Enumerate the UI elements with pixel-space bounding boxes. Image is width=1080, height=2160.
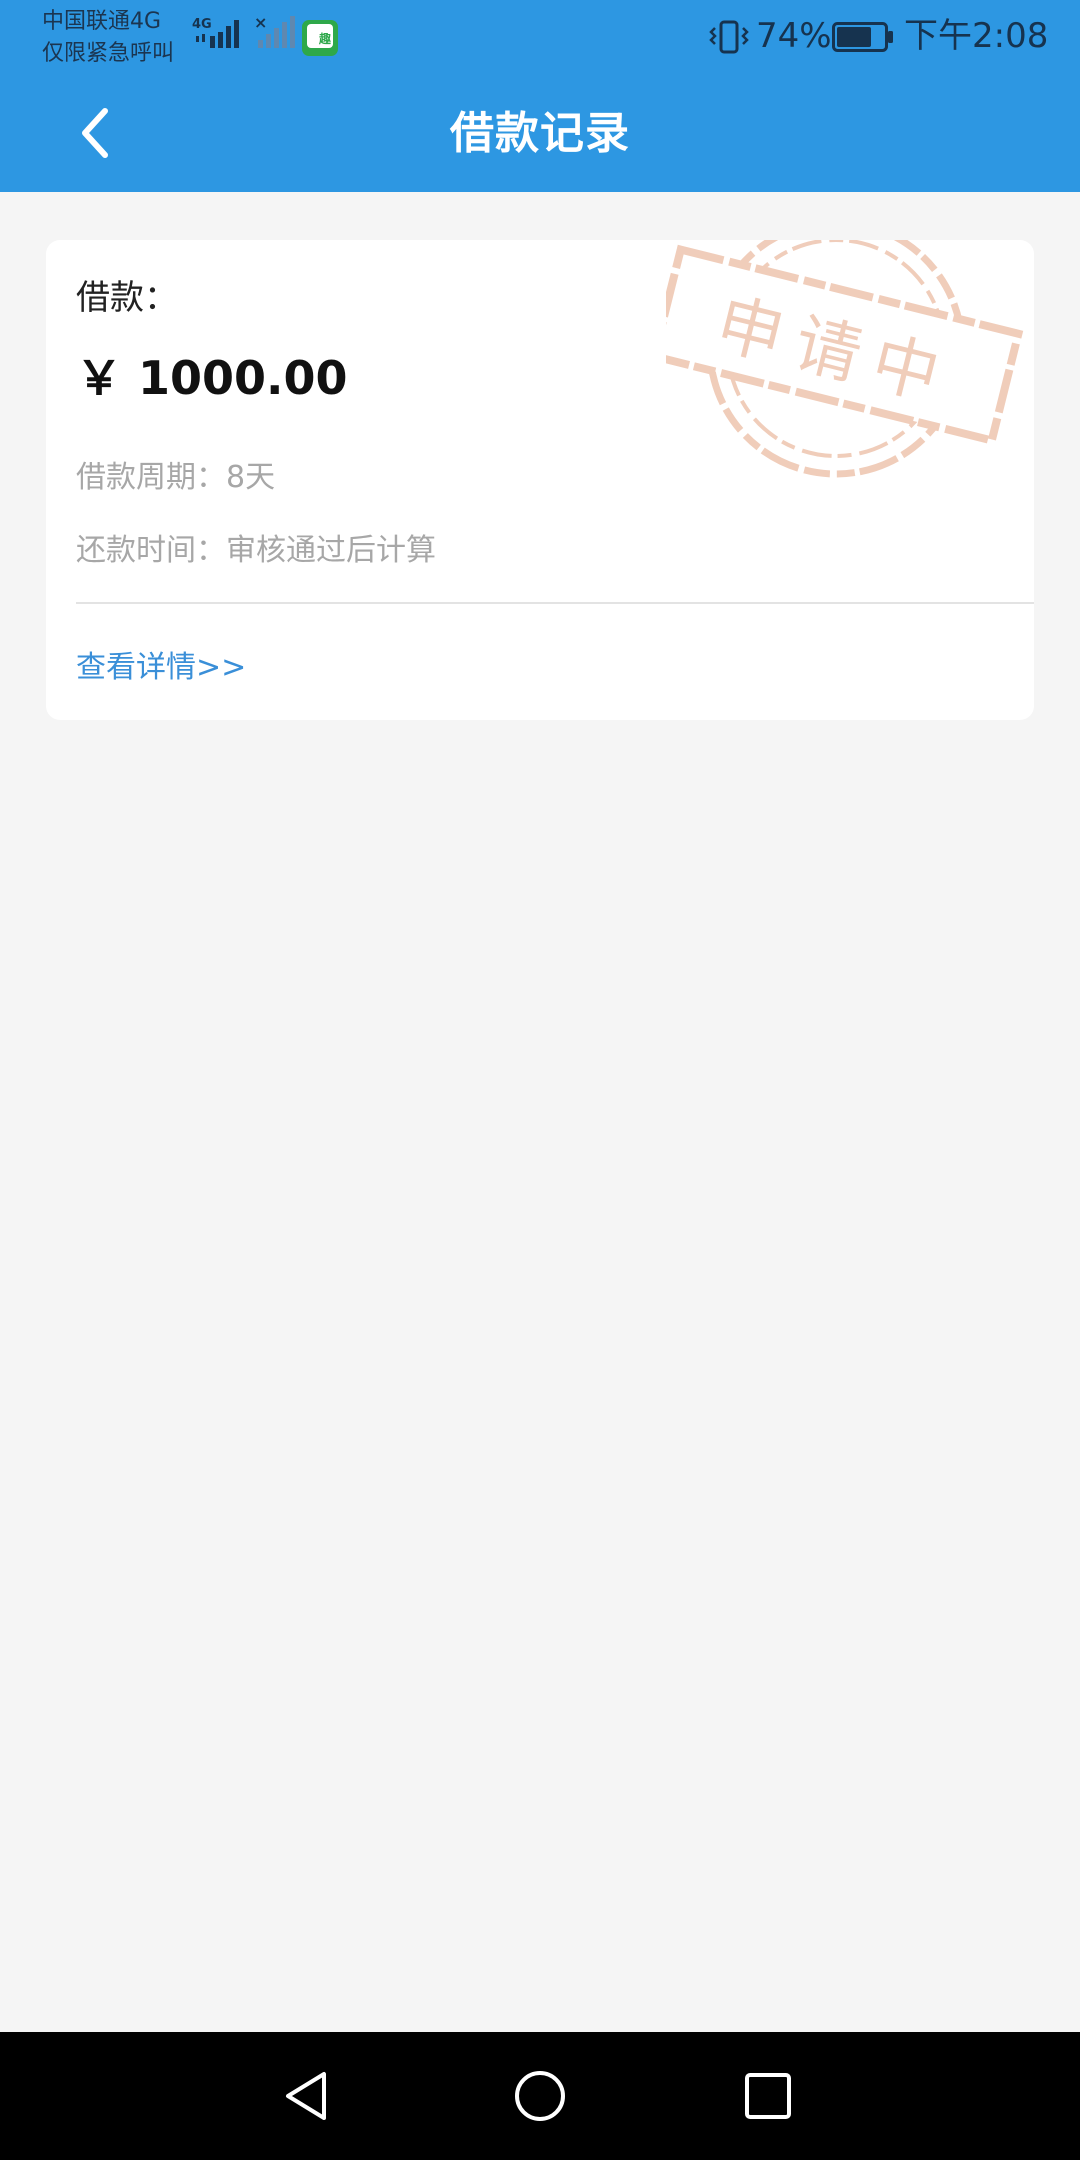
- repayment-time: 还款时间：审核通过后计算: [76, 533, 436, 568]
- nav-home-icon[interactable]: [504, 2060, 576, 2132]
- app-header: 中国联通4G 仅限紧急呼叫 4G × 趣 74% 下午2:08 借款记录: [0, 0, 1080, 192]
- battery-level-fill: [837, 27, 871, 47]
- view-details-link[interactable]: 查看详情>>: [76, 646, 246, 690]
- signal-no-service-icon: ×: [254, 14, 295, 48]
- carrier-info: 中国联通4G 仅限紧急呼叫: [42, 6, 174, 70]
- page-title: 借款记录: [450, 108, 630, 159]
- svg-text:×: ×: [254, 14, 267, 32]
- signal-4g-icon: 4G: [192, 17, 239, 48]
- system-navigation-bar: [0, 2032, 1080, 2160]
- nav-back-icon[interactable]: [272, 2060, 344, 2132]
- title-bar: 借款记录: [0, 76, 1080, 192]
- status-clock: 下午2:08: [904, 16, 1049, 56]
- battery-icon: [832, 22, 893, 52]
- app-notification-icon: 趣: [302, 20, 338, 56]
- status-bar: 中国联通4G 仅限紧急呼叫 4G × 趣 74% 下午2:08: [0, 0, 1080, 76]
- app-icon-glyph: 趣: [318, 31, 332, 45]
- loan-record-card[interactable]: 申请中 借款： ￥ 1000.00 借款周期：8天 还款时间：审核通过后计算 查…: [46, 240, 1034, 720]
- nav-recents-icon[interactable]: [732, 2060, 804, 2132]
- card-divider: [76, 602, 1034, 604]
- battery-percentage: 74%: [756, 16, 832, 56]
- emergency-only-text: 仅限紧急呼叫: [42, 41, 175, 66]
- loan-period: 借款周期：8天: [76, 460, 276, 495]
- screen: 中国联通4G 仅限紧急呼叫 4G × 趣 74% 下午2:08 借款记录 申请中…: [0, 0, 1080, 2160]
- back-button[interactable]: [60, 98, 130, 168]
- carrier-name: 中国联通4G: [42, 9, 162, 34]
- pending-stamp-icon: 申请中: [666, 240, 1024, 478]
- chevron-left-icon: [82, 108, 108, 158]
- signal-4g-label: 4G: [192, 17, 212, 32]
- vibrate-icon: [709, 20, 749, 54]
- loan-label: 借款：: [76, 278, 178, 318]
- loan-amount: ￥ 1000.00: [76, 351, 348, 405]
